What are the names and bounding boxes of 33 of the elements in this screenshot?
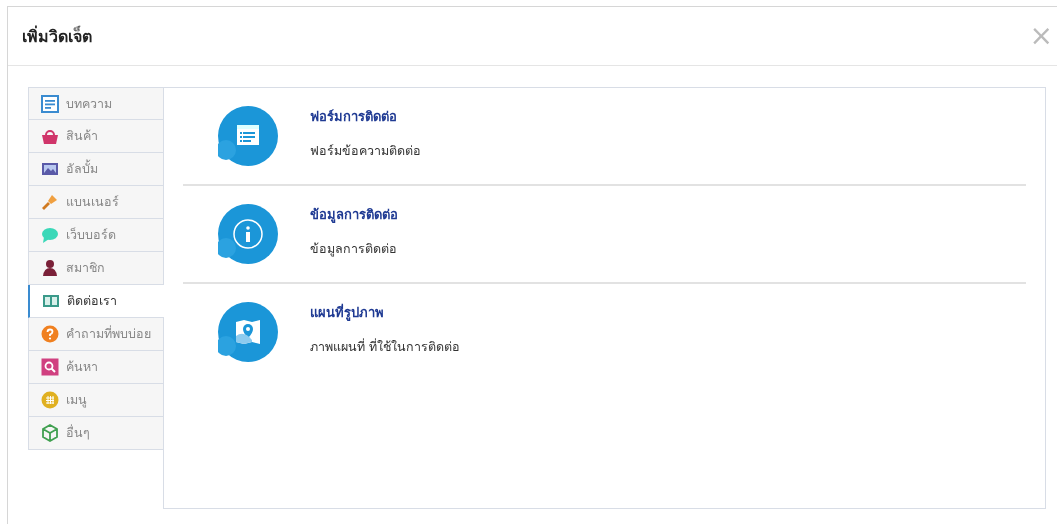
- contact-card-icon: [42, 292, 60, 310]
- basket-icon: [41, 127, 59, 145]
- sidebar-item[interactable]: เว็บบอร์ด: [28, 219, 163, 252]
- sidebar-item[interactable]: ค้นหา: [28, 351, 163, 384]
- sidebar-item[interactable]: ติดต่อเรา: [28, 285, 164, 318]
- sidebar-item[interactable]: บทความ: [28, 87, 163, 120]
- widget-title[interactable]: แผนที่รูปภาพ: [310, 302, 384, 323]
- image-icon: [41, 160, 59, 178]
- info-icon: [218, 204, 278, 264]
- sidebar-item[interactable]: คำถามที่พบบ่อย: [28, 318, 163, 351]
- file-lines-icon: [41, 94, 59, 113]
- sidebar-item[interactable]: อัลบั้ม: [28, 153, 163, 186]
- sidebar-item[interactable]: สมาชิก: [28, 252, 163, 285]
- sidebar-item[interactable]: สินค้า: [28, 120, 163, 153]
- dialog-title: เพิ่มวิดเจ็ต: [22, 24, 92, 48]
- widget-title[interactable]: ฟอร์มการติดต่อ: [310, 106, 397, 127]
- grid-icon: [41, 391, 59, 409]
- speech-bubble-icon: [41, 226, 59, 244]
- sidebar-item[interactable]: แบนเนอร์: [28, 186, 163, 219]
- widget-description: ข้อมูลการติดต่อ: [310, 240, 397, 259]
- person-icon: [41, 259, 59, 277]
- sidebar-item[interactable]: เมนู: [28, 384, 163, 417]
- widget-description: ฟอร์มข้อความติดต่อ: [310, 142, 421, 160]
- widget-title[interactable]: ข้อมูลการติดต่อ: [310, 204, 398, 225]
- form-icon: [218, 106, 278, 166]
- question-icon: [41, 325, 59, 343]
- map-pin-icon: [218, 302, 278, 362]
- widget-description: ภาพแผนที่ ที่ใช้ในการติดต่อ: [310, 337, 460, 356]
- close-button[interactable]: ×: [1025, 22, 1057, 50]
- sidebar-item[interactable]: อื่นๆ: [28, 417, 163, 450]
- brush-icon: [41, 193, 59, 211]
- search-icon: [41, 358, 59, 376]
- cube-icon: [41, 424, 59, 442]
